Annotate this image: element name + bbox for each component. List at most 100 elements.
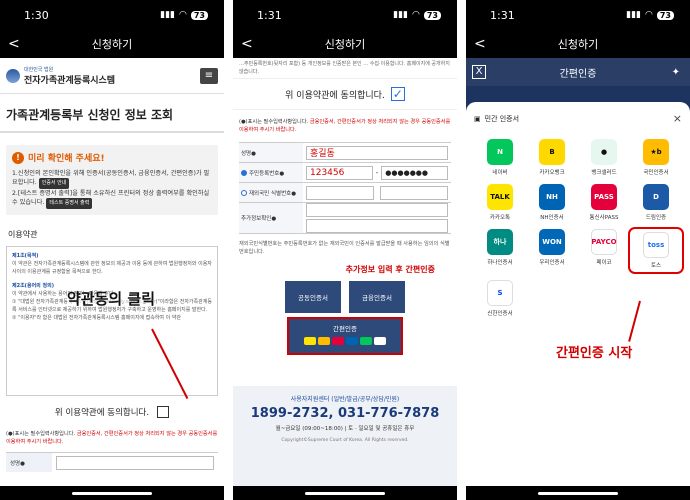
agree-checkbox-checked[interactable]: ✓ bbox=[390, 87, 405, 101]
cert-app-label: 신한인증서 bbox=[487, 311, 513, 317]
wifi-icon: ◠ bbox=[179, 10, 187, 20]
status-bar: 1:31 ▮▮▮ ◠ 73 bbox=[466, 0, 690, 30]
status-bar: 1:30 ▮▮▮ ◠ 73 bbox=[0, 0, 224, 30]
applicant-form: 성명● 홍길동 주민등록번호● 123456 - ●●●●●●● 재외국민 식별… bbox=[239, 142, 451, 234]
rrn-radio[interactable] bbox=[241, 169, 247, 176]
cert-app-label: 페이코 bbox=[596, 260, 612, 266]
page-content: 대한민국 법원 전자가족관계등록시스템 ≡ 가족관계등록부 신청인 정보 조회 … bbox=[0, 58, 224, 486]
cert-app-label: 네이버 bbox=[492, 170, 508, 176]
terms-paragraph-4: ② "이용자"라 함은 대법원 전자가족관계등록시스템 홈페이지에 접속하여 이… bbox=[12, 315, 182, 321]
cert-app-icon: ● bbox=[591, 139, 617, 165]
cert-app-grid: N 네이버 B 카카오뱅크 ● 뱅크샐러드 ★b 국민인증서 TALK 카카오톡 NH NH인증서 PA… bbox=[474, 139, 684, 317]
cert-app-icon: S bbox=[487, 280, 513, 306]
cert-app-2[interactable]: ● 뱅크샐러드 bbox=[578, 139, 630, 176]
name-label: 성명● bbox=[239, 143, 303, 162]
agree-label: 위 이용약관에 동의합니다. bbox=[285, 90, 385, 101]
simple-auth-title: 간편인증 bbox=[559, 68, 597, 80]
support-phone[interactable]: 1899-2732, 031-776-7878 bbox=[233, 406, 457, 421]
auth-buttons: 공동인증서 금융인증서 bbox=[233, 281, 457, 313]
back-icon[interactable]: < bbox=[8, 36, 20, 52]
cert-app-8[interactable]: 하나 하나인증서 bbox=[474, 229, 526, 272]
toss-icon bbox=[374, 337, 386, 345]
cert-app-icon: PASS bbox=[591, 184, 617, 210]
agree-row: 위 이용약관에 동의합니다. bbox=[0, 396, 224, 428]
joint-cert-button[interactable]: 공동인증서 bbox=[285, 281, 341, 313]
cert-app-11[interactable]: toss 토스 bbox=[628, 227, 684, 274]
foreign-id-input-1[interactable] bbox=[306, 185, 374, 200]
cert-app-9[interactable]: WON 우리인증서 bbox=[526, 229, 578, 272]
foreign-id-label: 재외국민 식별번호● bbox=[249, 190, 297, 197]
agree-label: 위 이용약관에 동의합니다. bbox=[54, 408, 150, 418]
sheet-close-icon[interactable]: × bbox=[673, 112, 682, 125]
auth-app-icons bbox=[289, 337, 401, 345]
cert-icon: ▣ bbox=[474, 114, 481, 123]
alert-icon: ! bbox=[12, 151, 24, 164]
cert-app-1[interactable]: B 카카오뱅크 bbox=[526, 139, 578, 176]
extra-info-input[interactable] bbox=[306, 219, 448, 233]
test-print-button[interactable]: 테스트 증명서 출력 bbox=[46, 198, 93, 209]
court-logo-icon bbox=[6, 68, 20, 83]
cert-app-label: 뱅크샐러드 bbox=[591, 170, 617, 176]
cert-app-12[interactable]: S 신한인증서 bbox=[474, 280, 526, 317]
terms-heading-1: 제1조(목적) bbox=[12, 253, 39, 259]
cert-app-icon: 하나 bbox=[487, 229, 513, 255]
signal-icon: ▮▮▮ bbox=[393, 10, 408, 20]
close-icon[interactable]: X bbox=[472, 65, 486, 79]
navbar: < 신청하기 bbox=[233, 30, 457, 58]
status-bar: 1:31 ▮▮▮ ◠ 73 bbox=[233, 0, 457, 30]
page-title: 가족관계등록부 신청인 정보 조회 bbox=[0, 94, 224, 133]
cert-app-label: 토스 bbox=[650, 263, 662, 269]
status-time: 1:30 bbox=[24, 8, 49, 22]
site-logo[interactable]: 대한민국 법원 전자가족관계등록시스템 bbox=[24, 66, 115, 86]
cert-app-4[interactable]: TALK 카카오톡 bbox=[474, 184, 526, 221]
wifi-icon: ◠ bbox=[645, 10, 653, 20]
cert-app-icon: N bbox=[487, 139, 513, 165]
cert-app-6[interactable]: PASS 통신사PASS bbox=[578, 184, 630, 221]
back-icon[interactable]: < bbox=[241, 36, 253, 52]
certificate-guide-button[interactable]: 인증서 안내 bbox=[38, 178, 70, 189]
required-note: (●)표시는 필수입력사항입니다. 금융인증서, 간편인증서가 정상 처리되지 … bbox=[239, 119, 451, 133]
notice-title: 미리 확인해 주세요! bbox=[28, 154, 105, 164]
rrn-front-input[interactable]: 123456 bbox=[306, 165, 373, 180]
cert-app-label: 우리인증서 bbox=[539, 260, 565, 266]
name-input[interactable] bbox=[56, 455, 214, 470]
terms-heading-2: 제2조(용어의 정의) bbox=[12, 283, 54, 289]
back-icon[interactable]: < bbox=[474, 36, 486, 52]
navbar: < 신청하기 bbox=[0, 30, 224, 58]
logo-subtitle: 대한민국 법원 bbox=[24, 66, 54, 73]
cert-app-label: 국민인증서 bbox=[643, 170, 669, 176]
agree-checkbox[interactable] bbox=[157, 406, 170, 418]
cert-app-label: NH인증서 bbox=[540, 215, 564, 221]
terms-scroll-box[interactable]: 제1조(목적) 이 약관은 전자가족관계등록시스템에 관한 정보의 제공과 이용… bbox=[6, 246, 218, 396]
home-indicator[interactable] bbox=[72, 492, 152, 495]
extra-info-row: 추가정보확인● bbox=[239, 202, 451, 234]
notice-box: ! 미리 확인해 주세요! 1.신청인의 본인확인을 위해 인증서(공동인증서, … bbox=[6, 145, 218, 215]
cert-app-0[interactable]: N 네이버 bbox=[474, 139, 526, 176]
extra-info-select[interactable] bbox=[306, 203, 448, 217]
battery-icon: 73 bbox=[656, 10, 674, 20]
cert-app-7[interactable]: D 드림인증 bbox=[630, 184, 682, 221]
foreign-id-input-2[interactable] bbox=[380, 185, 448, 200]
battery-icon: 73 bbox=[190, 10, 208, 20]
kb-icon bbox=[318, 337, 330, 345]
notice-item-2: 2.[테스트 증명서 출력]을 통해 소유하신 프린터의 정상 출력여부를 확인… bbox=[12, 190, 210, 206]
foreign-id-row: 재외국민 식별번호● bbox=[239, 182, 451, 202]
foreign-id-radio[interactable] bbox=[241, 189, 247, 196]
rrn-back-input[interactable]: ●●●●●●● bbox=[381, 165, 448, 180]
cert-picker-sheet: ▣ 민간 인증서 × N 네이버 B 카카오뱅크 ● 뱅크샐러드 ★b 국민인증서 TALK 카카… bbox=[466, 102, 690, 486]
home-indicator[interactable] bbox=[538, 492, 618, 495]
menu-button[interactable]: ≡ bbox=[200, 67, 218, 84]
name-input[interactable]: 홍길동 bbox=[306, 145, 448, 160]
simple-auth-button[interactable]: 간편인증 bbox=[287, 317, 403, 355]
finance-cert-button[interactable]: 금융인증서 bbox=[349, 281, 405, 313]
cert-app-label: 드림인증 bbox=[645, 215, 667, 221]
cert-app-10[interactable]: PAYCO 페이코 bbox=[578, 229, 630, 272]
terms-section-title: 이용약관 bbox=[8, 230, 38, 239]
home-indicator[interactable] bbox=[305, 492, 385, 495]
rrn-label: 주민등록번호● bbox=[249, 170, 285, 177]
support-hours: 월~금요일 (09:00~18:00) | 토 · 일요일 및 공휴일은 휴무 bbox=[275, 426, 415, 432]
required-note: (●)표시는 필수입력사항입니다. 금융인증서, 간편인증서가 정상 처리되지 … bbox=[6, 431, 218, 445]
cert-app-3[interactable]: ★b 국민인증서 bbox=[630, 139, 682, 176]
terms-paragraph-1: 이 약관은 전자가족관계등록시스템에 관한 정보의 제공과 이용 등에 관하여 … bbox=[12, 261, 212, 275]
cert-app-5[interactable]: NH NH인증서 bbox=[526, 184, 578, 221]
